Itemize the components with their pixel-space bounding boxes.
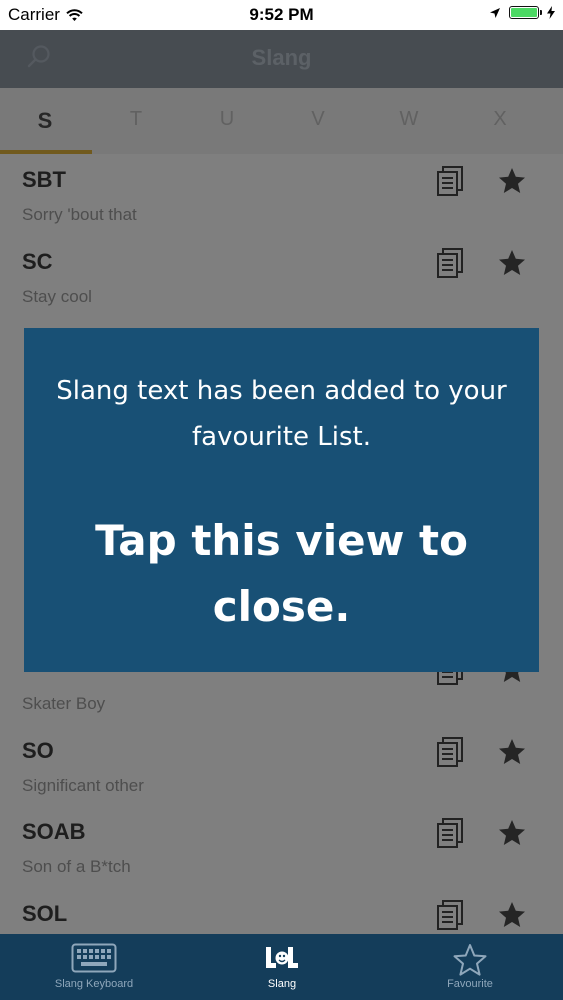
popup-message: Slang text has been added to your favour…: [56, 376, 507, 452]
favourite-added-popup[interactable]: Slang text has been added to your favour…: [24, 328, 539, 672]
tab-favourite[interactable]: Favourite: [376, 934, 563, 1000]
battery-icon: [509, 6, 542, 19]
bottom-tab-bar: Slang Keyboard Slang Favourite: [0, 934, 563, 1000]
lol-icon: [266, 947, 298, 968]
tab-slang[interactable]: Slang: [188, 934, 376, 1000]
tab-label: Slang Keyboard: [54, 978, 134, 990]
tab-icon-wrapper: [188, 943, 376, 977]
status-bar: Carrier 9:52 PM: [0, 0, 563, 30]
star-outline-icon: [453, 944, 487, 976]
clock: 9:52 PM: [249, 5, 314, 24]
tab-slang-keyboard[interactable]: Slang Keyboard: [0, 934, 188, 1000]
tab-icon-wrapper: [0, 943, 188, 977]
location-arrow-icon: [490, 7, 500, 18]
keyboard-icon: [71, 943, 117, 973]
popup-close-instruction: Tap this view to close.: [95, 516, 468, 631]
tab-label: Slang: [267, 978, 297, 990]
tab-icon-wrapper: [376, 943, 563, 977]
tab-label: Favourite: [447, 978, 493, 990]
status-right: [489, 6, 555, 19]
charging-bolt-icon: [547, 6, 555, 19]
